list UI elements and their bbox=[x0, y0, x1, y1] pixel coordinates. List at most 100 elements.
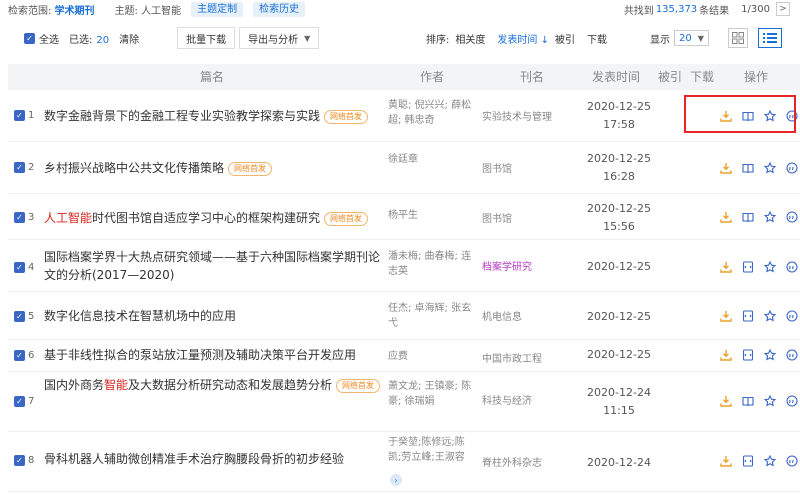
table-row: ✓ 8 骨科机器人辅助微创精准手术治疗胸腰段骨折的初步经验 于癸堃;陈修远;陈凯;劳立… bbox=[8, 432, 800, 492]
article-title-link[interactable]: 乡村振兴战略中公共文化传播策略 网络首发 bbox=[44, 159, 384, 177]
article-title-link[interactable]: 数字金融背景下的金融工程专业实验教学探索与实践 网络首发 bbox=[44, 107, 384, 125]
row-index: 1 bbox=[28, 110, 35, 121]
author-links[interactable]: 萧文龙; 王镇豪; 陈豪; 徐瑞娟 bbox=[388, 379, 476, 409]
article-title-link[interactable]: 国内外商务智能及大数据分析研究动态和发展趋势分析 网络首发 bbox=[44, 376, 384, 394]
quote-icon[interactable] bbox=[786, 310, 798, 322]
article-title-link[interactable]: 骨科机器人辅助微创精准手术治疗胸腰段骨折的初步经验 bbox=[44, 450, 384, 468]
favorite-icon[interactable] bbox=[764, 261, 776, 273]
favorite-icon[interactable] bbox=[764, 455, 776, 467]
quote-icon[interactable] bbox=[786, 455, 798, 467]
sort-cited[interactable]: 被引 bbox=[555, 31, 575, 46]
journal-link[interactable]: 图书馆 bbox=[482, 160, 582, 175]
journal-link[interactable]: 档案学研究 bbox=[482, 258, 582, 273]
expand-authors-button[interactable]: › bbox=[390, 474, 402, 486]
row-checkbox[interactable]: ✓ bbox=[14, 396, 25, 407]
article-title-link[interactable]: 国际档案学界十大热点研究领域——基于六种国际档案学期刊论文的分析(2017—20… bbox=[44, 248, 384, 284]
favorite-icon[interactable] bbox=[764, 310, 776, 322]
quote-icon[interactable] bbox=[786, 162, 798, 174]
grid-view-button[interactable] bbox=[728, 28, 748, 48]
row-checkbox[interactable]: ✓ bbox=[14, 212, 25, 223]
journal-link[interactable]: 实验技术与管理 bbox=[482, 108, 582, 123]
download-icon[interactable] bbox=[720, 162, 732, 174]
search-history-button[interactable]: 检索历史 bbox=[253, 1, 306, 17]
row-checkbox[interactable]: ✓ bbox=[14, 162, 25, 173]
row-checkbox[interactable]: ✓ bbox=[14, 262, 25, 273]
download-icon[interactable] bbox=[720, 310, 732, 322]
favorite-icon[interactable] bbox=[764, 211, 776, 223]
sort-relevance[interactable]: 相关度 bbox=[455, 31, 485, 46]
author-links[interactable]: 潘未梅; 曲春梅; 连志英 bbox=[388, 249, 476, 279]
quote-icon[interactable] bbox=[786, 349, 798, 361]
publish-time: 17:58 bbox=[603, 118, 635, 131]
author-links[interactable]: 黄聪; 倪兴兴; 薛松超; 韩忠奇 bbox=[388, 98, 476, 128]
download-icon[interactable] bbox=[720, 395, 732, 407]
journal-link[interactable]: 科技与经济 bbox=[482, 392, 582, 407]
quote-icon[interactable] bbox=[786, 261, 798, 273]
html-read-icon[interactable] bbox=[742, 455, 754, 467]
article-title-link[interactable]: 数字化信息技术在智慧机场中的应用 bbox=[44, 307, 384, 325]
online-first-badge: 网络首发 bbox=[324, 211, 369, 226]
favorite-icon[interactable] bbox=[764, 395, 776, 407]
author-links[interactable]: 徐廷章 bbox=[388, 152, 476, 167]
search-scope: 检索范围: 学术期刊 bbox=[8, 5, 95, 17]
download-icon[interactable] bbox=[720, 211, 732, 223]
html-read-icon[interactable] bbox=[742, 261, 754, 273]
html-read-icon[interactable] bbox=[742, 310, 754, 322]
topic-custom-button[interactable]: 主题定制 bbox=[191, 1, 244, 17]
journal-link[interactable]: 图书馆 bbox=[482, 210, 582, 225]
journal-link[interactable]: 中国市政工程 bbox=[482, 350, 582, 365]
bulk-download-button[interactable]: 批量下载 bbox=[177, 27, 236, 49]
keyword-highlight: 人工智能 bbox=[44, 211, 93, 225]
html-read-icon[interactable] bbox=[742, 349, 754, 361]
select-all-checkbox[interactable]: ✓ 全选 bbox=[24, 31, 59, 46]
result-summary: 共找到 135,373 条结果 1/300 > bbox=[624, 0, 790, 18]
online-first-badge: 网络首发 bbox=[336, 378, 381, 393]
table-row: ✓ 6 基于非线性拟合的泵站放江量预测及辅助决策平台开发应用 应费 中国市政工程 2020… bbox=[8, 340, 800, 372]
publish-date: 2020-12-25 bbox=[587, 310, 651, 323]
column-title: 篇名 bbox=[200, 70, 225, 84]
export-analyze-dropdown[interactable]: 导出与分析 ▼ bbox=[239, 27, 320, 49]
list-view-button[interactable] bbox=[758, 28, 782, 48]
row-checkbox[interactable]: ✓ bbox=[14, 455, 25, 466]
sort-date[interactable]: 发表时间 ↓ bbox=[497, 31, 549, 46]
page-size: 显示 20 ▼ bbox=[650, 22, 709, 54]
grid-icon bbox=[732, 32, 744, 44]
download-icon[interactable] bbox=[720, 349, 732, 361]
row-checkbox[interactable]: ✓ bbox=[14, 311, 25, 322]
author-links[interactable]: 于癸堃;陈修远;陈凯;劳立峰;王淑容 bbox=[388, 435, 476, 465]
read-icon[interactable] bbox=[742, 211, 754, 223]
page-size-select[interactable]: 20 ▼ bbox=[674, 30, 709, 46]
article-title-link[interactable]: 基于非线性拟合的泵站放江量预测及辅助决策平台开发应用 bbox=[44, 346, 384, 364]
publish-time: 16:28 bbox=[603, 170, 635, 183]
quote-icon[interactable] bbox=[786, 395, 798, 407]
next-page-button[interactable]: > bbox=[776, 2, 790, 16]
row-index: 6 bbox=[28, 350, 35, 361]
read-icon[interactable] bbox=[742, 395, 754, 407]
sort-download[interactable]: 下载 bbox=[587, 31, 607, 46]
column-author: 作者 bbox=[420, 70, 445, 84]
favorite-icon[interactable] bbox=[764, 162, 776, 174]
row-checkbox[interactable]: ✓ bbox=[14, 110, 25, 121]
online-first-badge: 网络首发 bbox=[324, 109, 369, 124]
publish-date: 2020-12-25 16:28 bbox=[578, 150, 660, 186]
author-links[interactable]: 任杰; 卓海辉; 张玄弋 bbox=[388, 301, 476, 331]
author-links[interactable]: 应费 bbox=[388, 349, 476, 364]
quote-icon[interactable] bbox=[786, 211, 798, 223]
download-icon[interactable] bbox=[720, 261, 732, 273]
favorite-icon[interactable] bbox=[764, 349, 776, 361]
journal-link[interactable]: 脊柱外科杂志 bbox=[482, 454, 582, 469]
read-icon[interactable] bbox=[742, 162, 754, 174]
table-header: 篇名 作者 刊名 发表时间 被引 下载 操作 bbox=[8, 64, 800, 90]
table-row: ✓ 3 人工智能时代图书馆自适应学习中心的框架构建研究 网络首发 杨平生 图书馆 2020-… bbox=[8, 194, 800, 240]
row-index: 3 bbox=[28, 212, 35, 223]
row-index: 7 bbox=[28, 396, 35, 407]
article-title-link[interactable]: 人工智能时代图书馆自适应学习中心的框架构建研究 网络首发 bbox=[44, 209, 384, 227]
online-first-badge: 网络首发 bbox=[228, 161, 273, 176]
journal-link[interactable]: 机电信息 bbox=[482, 308, 582, 323]
row-checkbox[interactable]: ✓ bbox=[14, 350, 25, 361]
result-count: 135,373 bbox=[655, 3, 698, 15]
download-icon[interactable] bbox=[720, 455, 732, 467]
author-links[interactable]: 杨平生 bbox=[388, 208, 476, 223]
row-actions bbox=[720, 211, 800, 223]
clear-selection-button[interactable]: 清除 bbox=[119, 31, 139, 46]
